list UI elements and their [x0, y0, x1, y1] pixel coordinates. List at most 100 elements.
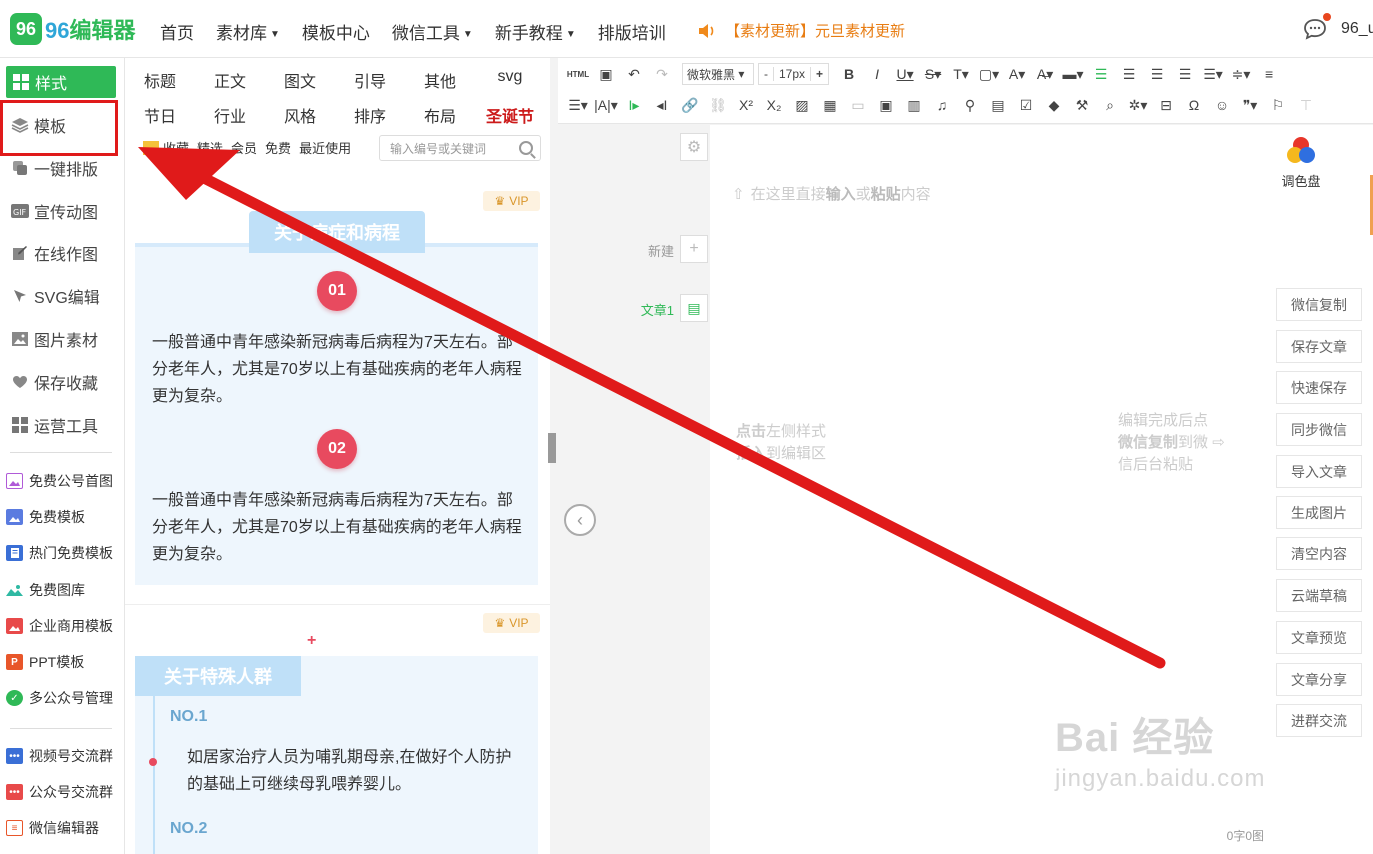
line-height-icon[interactable]: ≑▾ — [1229, 63, 1253, 85]
sidebar-link-official-group[interactable]: ••• 公众号交流群 — [6, 777, 113, 807]
highlight-icon[interactable]: A̶▾ — [1033, 63, 1057, 85]
table-icon[interactable]: ▦ — [818, 94, 842, 116]
new-doc-button[interactable]: + — [680, 235, 708, 263]
sidebar-link-multi-account[interactable]: ✓ 多公众号管理 — [6, 683, 113, 713]
sidebar-link-wechat-editor[interactable]: ≡ 微信编辑器 — [6, 813, 99, 843]
video-icon[interactable]: ▥ — [902, 94, 926, 116]
logo[interactable]: 96 96编辑器 — [10, 13, 136, 45]
tab-other[interactable]: 其他 — [405, 68, 475, 92]
sidebar-link-free-gallery[interactable]: 免费图库 — [6, 575, 85, 605]
search-replace-icon[interactable]: ⌕ — [1098, 94, 1122, 116]
size-decrease-button[interactable]: - — [759, 67, 774, 81]
checkbox-icon[interactable]: ☑ — [1014, 94, 1038, 116]
sidebar-link-enterprise-templates[interactable]: 企业商用模板 — [6, 611, 113, 641]
nav-home[interactable]: 首页 — [160, 19, 194, 44]
color-palette-button[interactable]: 调色盘 — [1276, 137, 1326, 190]
save-doc-icon[interactable]: ▣ — [594, 63, 618, 85]
sidebar-link-free-cover[interactable]: 免费公号首图 — [6, 466, 113, 496]
horizontal-rule-icon[interactable]: ⊟ — [1154, 94, 1178, 116]
tab-sort[interactable]: 排序 — [335, 103, 405, 127]
message-icon[interactable] — [1303, 13, 1331, 40]
tab-body[interactable]: 正文 — [195, 68, 265, 92]
new-doc-label[interactable]: 新建 — [648, 241, 674, 260]
align-center-icon[interactable]: ☰ — [1117, 63, 1141, 85]
tab-guide[interactable]: 引导 — [335, 68, 405, 92]
sidebar-link-hot-templates[interactable]: 热门免费模板 — [6, 538, 113, 568]
quote-icon[interactable]: ❞▾ — [1238, 94, 1262, 116]
font-size-stepper[interactable]: - 17px + — [758, 63, 830, 85]
eraser-icon[interactable]: ◆ — [1042, 94, 1066, 116]
size-value[interactable]: 17px — [774, 67, 810, 81]
filter-member[interactable]: 会员 — [231, 138, 257, 157]
quick-save-button[interactable]: 快速保存 — [1276, 371, 1362, 404]
insert-image-icon[interactable]: ▣ — [874, 94, 898, 116]
search-icon[interactable] — [519, 141, 533, 155]
align-left-icon[interactable]: ☰ — [1089, 63, 1113, 85]
generate-image-button[interactable]: 生成图片 — [1276, 496, 1362, 529]
indent-icon[interactable]: ☰▾ — [1201, 63, 1225, 85]
subscript-icon[interactable]: X₂ — [762, 94, 786, 116]
sidebar-link-video-group[interactable]: ••• 视频号交流群 — [6, 741, 113, 771]
background-pattern-icon[interactable]: ▨ — [790, 94, 814, 116]
html-source-icon[interactable]: HTML — [566, 63, 590, 85]
undo-icon[interactable]: ↶ — [622, 63, 646, 85]
nav-materials[interactable]: 素材库 ▼ — [216, 19, 280, 44]
insert-para-icon[interactable]: ⊤ — [1294, 94, 1318, 116]
paragraph-spacing-icon[interactable]: ≡ — [1257, 63, 1281, 85]
share-button[interactable]: 文章分享 — [1276, 663, 1362, 696]
gear-icon[interactable]: ⚙ — [680, 133, 708, 161]
filter-featured[interactable]: 精选 — [197, 138, 223, 157]
filter-favorites[interactable]: 收藏 — [163, 138, 189, 157]
join-group-button[interactable]: 进群交流 — [1276, 704, 1362, 737]
clear-content-button[interactable]: 清空内容 — [1276, 537, 1362, 570]
save-article-button[interactable]: 保存文章 — [1276, 330, 1362, 363]
strikethrough-icon[interactable]: S▾ — [921, 63, 945, 85]
sidebar-link-ppt-templates[interactable]: P PPT模板 — [6, 647, 84, 677]
text-border-icon[interactable]: ▢▾ — [977, 63, 1001, 85]
panel-resize-handle[interactable] — [548, 433, 556, 463]
font-color-icon[interactable]: A▾ — [1005, 63, 1029, 85]
tab-title[interactable]: 标题 — [125, 68, 195, 92]
bold-icon[interactable]: B — [837, 63, 861, 85]
flag-icon[interactable]: ⚐ — [1266, 94, 1290, 116]
nav-wechat-tools[interactable]: 微信工具 ▼ — [392, 19, 473, 44]
tab-industry[interactable]: 行业 — [195, 103, 265, 127]
paste-icon[interactable]: ▤ — [986, 94, 1010, 116]
preview-button[interactable]: 文章预览 — [1276, 621, 1362, 654]
map-icon[interactable]: ⚲ — [958, 94, 982, 116]
underline-icon[interactable]: U▾ — [893, 63, 917, 85]
import-article-button[interactable]: 导入文章 — [1276, 455, 1362, 488]
align-right-icon[interactable]: ☰ — [1145, 63, 1169, 85]
superscript-icon[interactable]: X² — [734, 94, 758, 116]
collapse-panel-button[interactable]: ‹ — [564, 504, 596, 536]
italic-icon[interactable]: I — [865, 63, 889, 85]
list-icon[interactable]: ☰▾ — [566, 94, 590, 116]
link-icon[interactable]: 🔗 — [678, 94, 702, 116]
image-placeholder-icon[interactable]: ▭ — [846, 94, 870, 116]
style-search-input[interactable]: 输入编号或关键词 — [379, 135, 541, 161]
tab-image-text[interactable]: 图文 — [265, 68, 335, 92]
sidebar-link-free-templates[interactable]: 免费模板 — [6, 502, 85, 532]
text-effect-icon[interactable]: T▾ — [949, 63, 973, 85]
style-card-special-groups[interactable]: + 关于特殊人群 NO.1 如居家治疗人员为哺乳期母亲,在做好个人防护的基础上可… — [135, 632, 538, 854]
tab-style[interactable]: 风格 — [265, 103, 335, 127]
sidebar-item-styles[interactable]: 样式 — [6, 66, 116, 98]
size-increase-button[interactable]: + — [810, 67, 828, 81]
tab-festival[interactable]: 节日 — [125, 103, 195, 127]
sidebar-item-online-design[interactable]: 在线作图 — [0, 232, 118, 274]
tab-layout[interactable]: 布局 — [405, 103, 475, 127]
nav-training[interactable]: 排版培训 — [598, 19, 666, 44]
style-card-illness[interactable]: 关于病症和病程 01 一般普通中青年感染新冠病毒后病程为7天左右。部分老年人，尤… — [135, 211, 538, 585]
tab-christmas[interactable]: 圣诞节 — [475, 103, 545, 127]
sidebar-item-image-assets[interactable]: 图片素材 — [0, 318, 118, 360]
music-icon[interactable]: ♫ — [930, 94, 954, 116]
filter-free[interactable]: 免费 — [265, 138, 291, 157]
special-char-icon[interactable]: Ω — [1182, 94, 1206, 116]
text-direction-icon[interactable]: I▸ — [622, 94, 646, 116]
tab-svg[interactable]: svg — [475, 68, 545, 92]
update-notice[interactable]: 【素材更新】元旦素材更新 — [698, 20, 905, 41]
font-family-select[interactable]: 微软雅黑 ▾ — [682, 63, 754, 85]
emoji-icon[interactable]: ☺ — [1210, 94, 1234, 116]
sync-wechat-button[interactable]: 同步微信 — [1276, 413, 1362, 446]
clear-format-icon[interactable]: ▬▾ — [1061, 63, 1085, 85]
